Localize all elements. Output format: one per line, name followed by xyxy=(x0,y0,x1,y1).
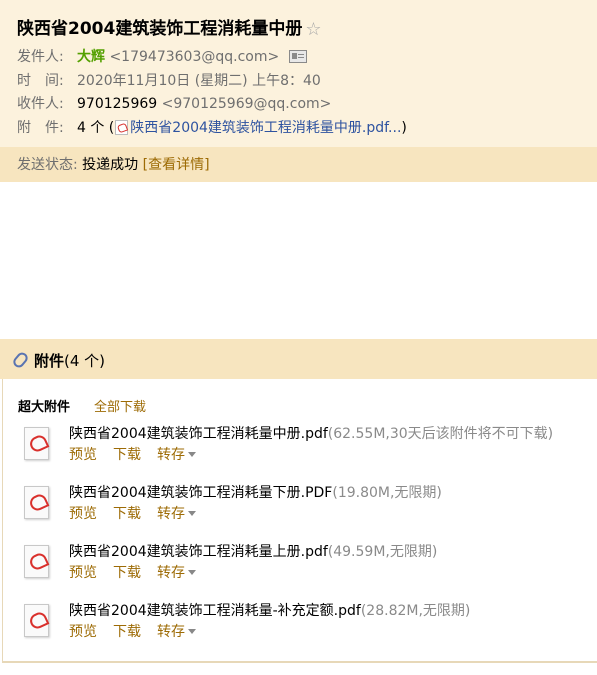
recipient-row: 收件人: 970125969 <970125969@qq.com> xyxy=(17,93,331,113)
attachment-name: 陕西省2004建筑装饰工程消耗量上册.pdf(49.59M,无限期) xyxy=(69,541,437,561)
attachment-meta: (19.80M,无限期) xyxy=(332,485,442,501)
attachment-actions: 预览 下载 转存 xyxy=(69,562,212,582)
attachment-item: 陕西省2004建筑装饰工程消耗量-补充定额.pdf(28.82M,无限期) 预览… xyxy=(19,600,594,650)
attachment-item: 陕西省2004建筑装饰工程消耗量下册.PDF(19.80M,无限期) 预览 下载转… xyxy=(19,482,594,532)
preview-link[interactable]: 预览 xyxy=(69,506,97,522)
big-attachment-label: 超大附件 xyxy=(18,400,71,415)
attachment-meta: (28.82M,无限期) xyxy=(360,603,471,619)
email-header: 陕西省2004建筑装饰工程消耗量中册 ☆ 发件人: 大辉 <179473603@qq… xyxy=(0,0,597,182)
attachments-count: (4 个) xyxy=(64,352,106,370)
attachment-count: 4 个 ( xyxy=(77,120,115,136)
attachment-row: 附 件: 4 个 ( 陕西省2004建筑装饰工程消耗量中册.pdf...) xyxy=(17,117,407,137)
attachment-name: 陕西省2004建筑装饰工程消耗量下册.PDF(19.80M,无限期) xyxy=(69,482,442,502)
save-label: 转存 xyxy=(157,506,185,522)
save-link[interactable]: 转存 xyxy=(157,506,196,522)
sender-label: 发件人: xyxy=(17,49,64,65)
attachment-item: 陕西省2004建筑装饰工程消耗量上册.pdf(49.59M,无限期) 预览 下载转… xyxy=(19,541,594,591)
attachments-title: 附件(4 个) xyxy=(34,350,105,371)
save-link[interactable]: 转存 xyxy=(157,624,196,640)
pdf-file-icon[interactable] xyxy=(19,427,54,465)
preview-link[interactable]: 预览 xyxy=(69,447,97,463)
attachment-actions: 预览 下载 转存 xyxy=(69,621,212,641)
attachment-label: 附 件: xyxy=(17,120,64,136)
star-icon[interactable]: ☆ xyxy=(305,19,321,40)
download-link[interactable]: 下载 xyxy=(113,624,141,640)
pdf-file-icon[interactable] xyxy=(19,545,54,583)
contact-card-icon[interactable] xyxy=(289,50,308,63)
attachment-filename[interactable]: 陕西省2004建筑装饰工程消耗量中册.pdf xyxy=(69,426,328,442)
attachment-actions: 预览 下载 转存 xyxy=(69,503,212,523)
attachments-title-text: 附件 xyxy=(34,352,65,370)
recipient-email[interactable]: <970125969@qq.com> xyxy=(162,96,332,112)
chevron-down-icon xyxy=(188,629,196,634)
save-label: 转存 xyxy=(157,447,185,463)
pdf-mini-icon xyxy=(115,120,129,135)
subject-text: 陕西省2004建筑装饰工程消耗量中册 xyxy=(17,19,303,39)
chevron-down-icon xyxy=(188,511,196,516)
recipient-label: 收件人: xyxy=(17,96,64,112)
status-label: 发送状态: xyxy=(17,157,78,173)
download-link[interactable]: 下载 xyxy=(113,506,141,522)
attachment-filename[interactable]: 陕西省2004建筑装饰工程消耗量下册.PDF xyxy=(69,485,332,501)
download-link[interactable]: 下载 xyxy=(113,447,141,463)
save-label: 转存 xyxy=(157,565,185,581)
sender-email[interactable]: <179473603@qq.com> xyxy=(109,49,279,65)
time-value: 2020年11月10日 (星期二) 上午8：40 xyxy=(77,73,321,89)
attachment-filename[interactable]: 陕西省2004建筑装饰工程消耗量-补充定额.pdf xyxy=(69,603,361,619)
pdf-file-icon[interactable] xyxy=(19,486,54,524)
sender-name[interactable]: 大辉 xyxy=(77,49,105,65)
sender-row: 发件人: 大辉 <179473603@qq.com> xyxy=(17,46,308,66)
email-subject: 陕西省2004建筑装饰工程消耗量中册 ☆ xyxy=(17,14,321,40)
save-link[interactable]: 转存 xyxy=(157,565,196,581)
attachment-meta: (49.59M,无限期) xyxy=(327,544,438,560)
paperclip-icon xyxy=(11,350,30,370)
pdf-file-icon[interactable] xyxy=(19,604,54,642)
attachment-name: 陕西省2004建筑装饰工程消耗量中册.pdf(62.55M,30天后该附件将不可… xyxy=(69,423,553,443)
attachment-name: 陕西省2004建筑装饰工程消耗量-补充定额.pdf(28.82M,无限期) xyxy=(69,600,470,620)
attachment-filename[interactable]: 陕西省2004建筑装饰工程消耗量上册.pdf xyxy=(69,544,328,560)
save-link[interactable]: 转存 xyxy=(157,447,196,463)
chevron-down-icon xyxy=(188,452,196,457)
download-all-link[interactable]: 全部下载 xyxy=(94,396,146,415)
recipient-name[interactable]: 970125969 xyxy=(77,96,157,112)
time-label: 时 间: xyxy=(17,73,64,89)
attachment-actions: 预览 下载 转存 xyxy=(69,444,212,464)
status-value: 投递成功 xyxy=(82,157,139,173)
status-detail-link[interactable]: [查看详情] xyxy=(143,157,210,173)
time-row: 时 间: 2020年11月10日 (星期二) 上午8：40 xyxy=(17,70,321,90)
attachments-panel: 超大附件 全部下载 陕西省2004建筑装饰工程消耗量中册.pdf(62.55M,… xyxy=(2,379,597,663)
attachment-close-paren: ) xyxy=(401,120,407,136)
download-link[interactable]: 下载 xyxy=(113,565,141,581)
preview-link[interactable]: 预览 xyxy=(69,624,97,640)
chevron-down-icon xyxy=(188,570,196,575)
attachment-item: 陕西省2004建筑装饰工程消耗量中册.pdf(62.55M,30天后该附件将不可… xyxy=(19,423,594,473)
attachment-meta: (62.55M,30天后该附件将不可下载) xyxy=(327,426,554,442)
attachment-preview-link[interactable]: 陕西省2004建筑装饰工程消耗量中册.pdf... xyxy=(130,120,401,136)
status-bar: 发送状态: 投递成功 [查看详情] xyxy=(0,147,597,182)
attachments-header: 附件(4 个) xyxy=(0,339,597,379)
preview-link[interactable]: 预览 xyxy=(69,565,97,581)
save-label: 转存 xyxy=(157,624,185,640)
